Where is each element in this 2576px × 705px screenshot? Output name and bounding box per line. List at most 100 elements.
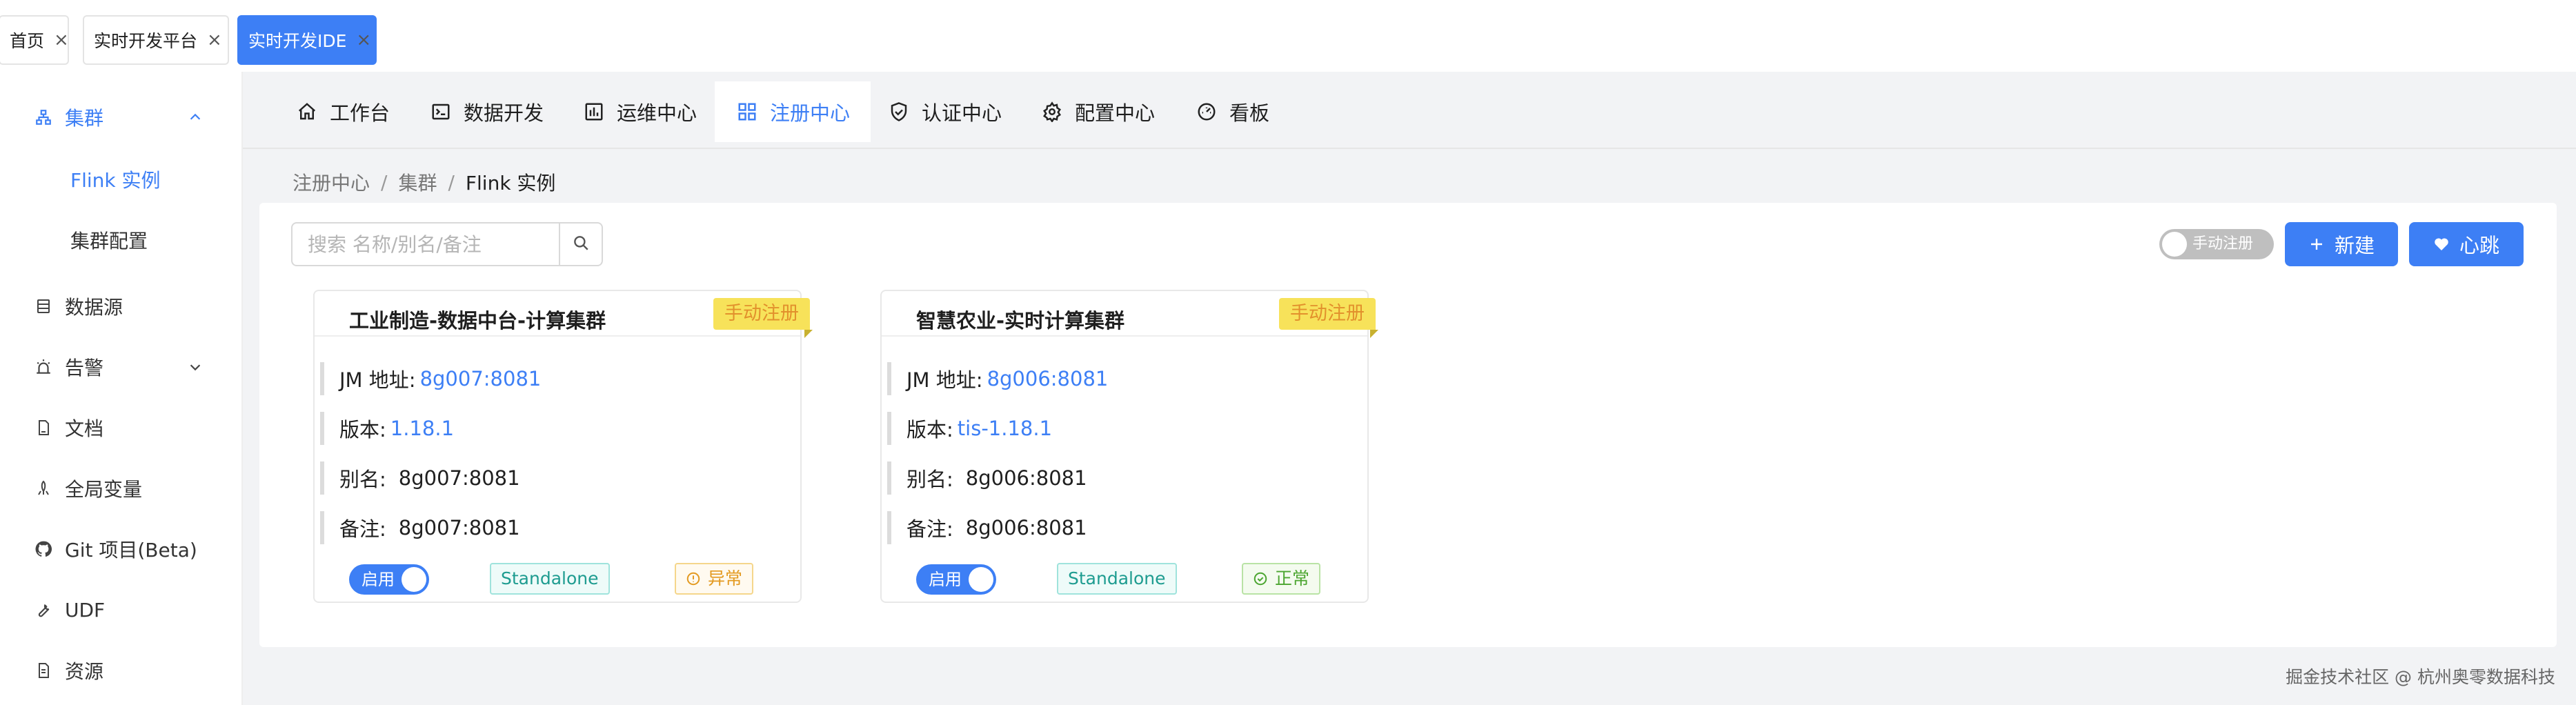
ribbon-label: 手动注册 bbox=[724, 303, 799, 324]
sidebar-item-flink-instance[interactable]: Flink 实例 bbox=[0, 159, 241, 200]
nav-auth-center[interactable]: 认证中心 bbox=[887, 81, 1002, 142]
cluster-card[interactable]: 工业制造-数据中台-计算集群 JM 地址: 8g007:8081 版本: 1.1… bbox=[313, 290, 802, 603]
sidebar-item-git-project[interactable]: Git 项目(Beta) bbox=[0, 528, 241, 570]
cluster-card[interactable]: 智慧农业-实时计算集群 JM 地址: 8g006:8081 版本: tis-1.… bbox=[880, 290, 1369, 603]
switch-label: 启用 bbox=[361, 570, 395, 589]
new-button[interactable]: 新建 bbox=[2285, 222, 2398, 266]
sidebar-item-cluster[interactable]: 集群 bbox=[0, 97, 241, 138]
ops-icon bbox=[582, 100, 606, 123]
sidebar-item-docs[interactable]: 文档 bbox=[0, 407, 241, 448]
sidebar-item-label: 数据源 bbox=[65, 296, 123, 319]
check-circle-icon bbox=[1253, 571, 1268, 586]
status-badge: 异常 bbox=[675, 563, 754, 595]
breadcrumb-current: Flink 实例 bbox=[465, 172, 556, 195]
search-button[interactable] bbox=[559, 224, 602, 265]
breadcrumb-item[interactable]: 注册中心 bbox=[293, 168, 370, 196]
nav-data-dev[interactable]: 数据开发 bbox=[429, 81, 544, 142]
mode-label: Standalone bbox=[1068, 568, 1166, 588]
jm-address-link[interactable]: 8g006:8081 bbox=[987, 367, 1109, 390]
sidebar-item-cluster-config[interactable]: 集群配置 bbox=[0, 219, 241, 261]
jm-address-link[interactable]: 8g007:8081 bbox=[420, 367, 542, 390]
card-row-alias: 别名: 8g006:8081 bbox=[887, 459, 1087, 497]
toggle-knob bbox=[2162, 232, 2187, 257]
sidebar-item-label: Git 项目(Beta) bbox=[65, 539, 197, 562]
card-row-jm: JM 地址: 8g007:8081 bbox=[320, 360, 541, 397]
row-marker bbox=[320, 412, 324, 445]
search-input[interactable] bbox=[293, 224, 562, 265]
sidebar-item-label: 资源 bbox=[65, 660, 104, 683]
nav-label: 运维中心 bbox=[617, 101, 697, 125]
sidebar-item-datasource[interactable]: 数据源 bbox=[0, 286, 241, 327]
version-label: 版本: bbox=[906, 418, 953, 441]
close-icon[interactable]: × bbox=[207, 30, 222, 50]
sidebar-item-label: 集群配置 bbox=[70, 230, 148, 252]
manual-register-ribbon: 手动注册 bbox=[713, 298, 810, 330]
close-icon[interactable]: × bbox=[54, 30, 69, 50]
switch-knob bbox=[969, 567, 993, 592]
card-row-alias: 别名: 8g007:8081 bbox=[320, 459, 520, 497]
ribbon-fold bbox=[1370, 330, 1378, 338]
tab-label: 实时开发平台 bbox=[94, 31, 198, 51]
ribbon-label: 手动注册 bbox=[1290, 303, 1365, 324]
file-icon bbox=[33, 660, 54, 681]
nav-config-center[interactable]: 配置中心 bbox=[1040, 81, 1155, 142]
note-value: 8g006:8081 bbox=[965, 516, 1087, 539]
sidebar-item-label: 文档 bbox=[65, 417, 104, 440]
heartbeat-button[interactable]: 心跳 bbox=[2409, 222, 2524, 266]
ribbon-fold bbox=[804, 330, 813, 338]
nav-ops-center[interactable]: 运维中心 bbox=[582, 81, 697, 142]
nav-workbench[interactable]: 工作台 bbox=[295, 81, 390, 142]
sidebar-item-global-vars[interactable]: 全局变量 bbox=[0, 468, 241, 509]
github-icon bbox=[33, 539, 54, 559]
enable-switch[interactable]: 启用 bbox=[349, 564, 429, 595]
wrench-icon bbox=[33, 599, 54, 620]
sidebar-item-udf[interactable]: UDF bbox=[0, 589, 241, 630]
sidebar-item-label: 全局变量 bbox=[65, 478, 143, 501]
heartbeat-button-label: 心跳 bbox=[2459, 234, 2499, 257]
alias-value: 8g007:8081 bbox=[398, 466, 520, 490]
note-value: 8g007:8081 bbox=[398, 516, 520, 539]
row-marker bbox=[320, 461, 324, 495]
version-label: 版本: bbox=[339, 418, 386, 441]
mode-tag: Standalone bbox=[490, 563, 610, 595]
home-icon bbox=[295, 100, 319, 123]
row-marker bbox=[320, 362, 324, 395]
enable-switch[interactable]: 启用 bbox=[916, 564, 996, 595]
tab-home[interactable]: 首页 × bbox=[0, 15, 69, 65]
breadcrumb: 注册中心 / 集群 / Flink 实例 bbox=[293, 168, 555, 196]
chevron-up-icon[interactable] bbox=[185, 107, 206, 128]
card-title: 工业制造-数据中台-计算集群 bbox=[349, 309, 606, 332]
nav-registry-center[interactable]: 注册中心 bbox=[715, 81, 871, 142]
sidebar: 集群 Flink 实例 集群配置 数据源 告警 文档 全局变量 Git 项目(B… bbox=[0, 72, 243, 705]
sidebar-item-label: Flink 实例 bbox=[70, 169, 161, 192]
row-marker bbox=[320, 511, 324, 544]
switch-knob bbox=[402, 567, 426, 592]
nav-label: 认证中心 bbox=[922, 101, 1002, 125]
nav-label: 看板 bbox=[1229, 101, 1270, 125]
row-marker bbox=[887, 362, 891, 395]
row-marker bbox=[887, 461, 891, 495]
tab-realtime-ide[interactable]: 实时开发IDE × bbox=[237, 15, 377, 65]
alarm-icon bbox=[33, 357, 54, 377]
database-icon bbox=[33, 296, 54, 317]
close-icon[interactable]: × bbox=[356, 30, 371, 50]
chevron-down-icon[interactable] bbox=[185, 357, 206, 377]
version-value: tis-1.18.1 bbox=[957, 417, 1053, 440]
mode-tag: Standalone bbox=[1057, 563, 1177, 595]
breadcrumb-item[interactable]: 集群 bbox=[398, 168, 437, 196]
manual-register-toggle[interactable]: 手动注册 bbox=[2159, 229, 2274, 259]
new-button-label: 新建 bbox=[2334, 234, 2375, 257]
breadcrumb-separator: / bbox=[381, 170, 388, 194]
card-row-jm: JM 地址: 8g006:8081 bbox=[887, 360, 1108, 397]
plus-icon bbox=[2308, 236, 2325, 252]
sidebar-item-alarm[interactable]: 告警 bbox=[0, 346, 241, 388]
sidebar-item-label: 集群 bbox=[65, 107, 104, 130]
grid-icon bbox=[735, 100, 759, 123]
sidebar-item-resources[interactable]: 资源 bbox=[0, 650, 241, 691]
jm-label: JM 地址: bbox=[339, 368, 416, 392]
status-badge: 正常 bbox=[1242, 563, 1321, 595]
exclamation-circle-icon bbox=[686, 571, 701, 586]
tab-realtime-platform[interactable]: 实时开发平台 × bbox=[83, 15, 229, 65]
mode-label: Standalone bbox=[501, 568, 599, 588]
nav-dashboard[interactable]: 看板 bbox=[1195, 81, 1269, 142]
